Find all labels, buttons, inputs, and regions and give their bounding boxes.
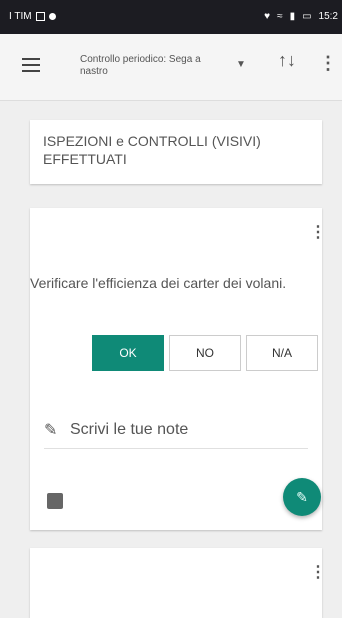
battery-icon: ▭ xyxy=(302,11,312,22)
edit-fab-button[interactable]: ✎ xyxy=(283,478,321,516)
archive-icon[interactable] xyxy=(47,493,63,509)
more-vert-icon[interactable]: ⋮ xyxy=(319,53,337,74)
ok-button[interactable]: OK xyxy=(92,335,164,371)
card-more-icon[interactable]: ⋮ xyxy=(310,222,326,242)
signal-dot-icon xyxy=(48,13,56,20)
section-title: ISPEZIONI e CONTROLLI (VISIVI) EFFETTUAT… xyxy=(43,133,261,167)
time-text: 15:2 xyxy=(318,11,338,22)
hamburger-icon[interactable] xyxy=(22,58,40,72)
app-toolbar: Controllo periodico: Sega a nastro ▼ ↑↓ … xyxy=(0,34,342,101)
pencil-icon: ✎ xyxy=(44,422,58,439)
next-item-card: ⋮ xyxy=(30,548,326,618)
wifi-icon: ≈ xyxy=(277,11,283,22)
status-bar: I TIM ♥ ≈ ▮ ▭ 15:2 xyxy=(0,0,342,34)
carrier-text: I TIM xyxy=(9,11,32,22)
dropdown-caret-icon[interactable]: ▼ xyxy=(236,59,246,70)
answer-group: OK NO N/A xyxy=(92,335,318,371)
no-button[interactable]: NO xyxy=(169,335,241,371)
signal-icon: ▮ xyxy=(289,11,296,22)
location-icon: ♥ xyxy=(264,11,271,22)
checklist-item-card: ⋮ Verificare l'efficienza dei carter dei… xyxy=(30,208,326,530)
section-header-card: ISPEZIONI e CONTROLLI (VISIVI) EFFETTUAT… xyxy=(30,120,322,184)
question-text: Verificare l'efficienza dei carter dei v… xyxy=(30,275,287,291)
card-more-icon[interactable]: ⋮ xyxy=(310,562,326,582)
sort-icon[interactable]: ↑↓ xyxy=(278,50,296,71)
na-button[interactable]: N/A xyxy=(246,335,318,371)
notes-field[interactable]: ✎ Scrivi le tue note xyxy=(44,416,308,449)
toolbar-title[interactable]: Controllo periodico: Sega a nastro xyxy=(80,54,230,78)
notes-placeholder: Scrivi le tue note xyxy=(70,421,189,438)
sim-icon xyxy=(35,12,45,21)
